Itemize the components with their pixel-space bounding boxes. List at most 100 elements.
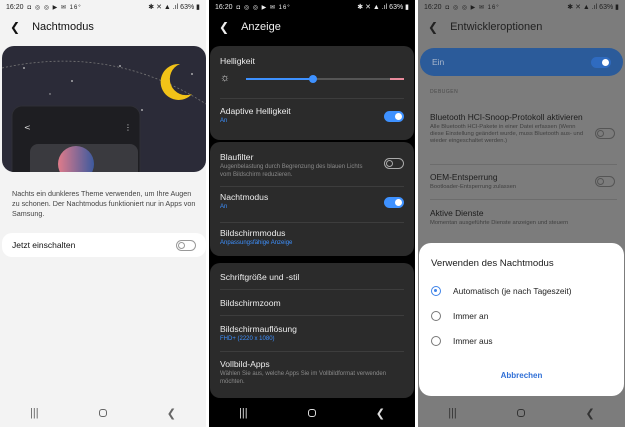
enable-now-row[interactable]: Jetzt einschalten [2, 233, 206, 257]
fullscreen-apps-label: Vollbild-Apps [220, 359, 270, 369]
option-label: Immer aus [453, 336, 493, 346]
option-label: Automatisch (je nach Tageszeit) [453, 286, 572, 296]
nightmode-description: Nachts ein dunkleres Theme verwenden, um… [12, 189, 196, 218]
running-services-row[interactable]: Aktive Dienste Momentan ausgeführte Dien… [430, 208, 615, 227]
radio-unselected[interactable] [431, 336, 441, 346]
page-title: Nachtmodus [32, 21, 94, 33]
option-automatic[interactable]: Automatisch (je nach Tageszeit) [431, 286, 572, 296]
running-services-description: Momentan ausgeführte Dienste anzeigen un… [430, 220, 569, 226]
developer-options-screen: 16:20 ◘ ◎ ◎ ▶ ✉ 16° ✱ ✕ ▲ .ıl 63% ▮ ❮ En… [418, 0, 625, 427]
status-battery: ✱ ✕ ▲ .ıl 63% ▮ [567, 4, 619, 11]
option-always-on[interactable]: Immer an [431, 311, 488, 321]
status-bar: 16:20 ◘ ◎ ◎ ▶ ✉ 16° ✱ ✕ ▲ .ıl 63% ▮ [209, 0, 415, 14]
header: ❮ Nachtmodus [0, 16, 206, 38]
screen-resolution-value: FHD+ (2220 x 1080) [220, 336, 275, 342]
nav-back-icon[interactable]: ❮ [586, 407, 595, 420]
enable-now-label: Jetzt einschalten [12, 240, 76, 250]
recents-icon[interactable]: ||| [448, 407, 457, 419]
back-icon[interactable]: ❮ [219, 20, 229, 34]
adaptive-brightness-status: An [220, 118, 228, 124]
status-time: 16:20 [215, 3, 233, 11]
nav-back-icon[interactable]: ❮ [167, 407, 176, 420]
status-icons: ◘ ◎ ◎ ▶ ✉ 16° [27, 4, 82, 11]
filters-card: Blaufilter Augenbelastung durch Begrenzu… [210, 142, 414, 256]
sun-icon: ☼ [220, 72, 231, 84]
option-always-off[interactable]: Immer aus [431, 336, 493, 346]
back-icon[interactable]: ❮ [10, 20, 20, 34]
bt-hci-snoop-label: Bluetooth HCI-Snoop-Protokoll aktivieren [430, 112, 583, 122]
option-label: Immer an [453, 311, 489, 321]
radio-unselected[interactable] [431, 311, 441, 321]
navigation-bar: ||| ❮ [418, 399, 625, 427]
screen-mode-value: Anpassungsfähige Anzeige [220, 240, 293, 246]
home-icon[interactable] [98, 409, 107, 417]
oem-unlock-row[interactable]: OEM-Entsperrung Bootloader-Entsperrung z… [430, 172, 615, 191]
back-icon[interactable]: ❮ [428, 20, 438, 34]
brightness-knob[interactable] [308, 75, 317, 83]
night-mode-row[interactable]: Nachtmodus An [220, 192, 404, 212]
nightmode-screen: 16:20 ◘ ◎ ◎ ▶ ✉ 16° ✱ ✕ ▲ .ıl 63% ▮ ❮ Na… [0, 0, 206, 427]
page-title: Anzeige [241, 21, 281, 33]
blue-filter-description: Augenbelastung durch Begrenzung des blau… [220, 164, 363, 178]
status-icons: ◘ ◎ ◎ ▶ ✉ 16° [445, 4, 500, 11]
bt-hci-snoop-switch[interactable] [595, 128, 615, 139]
developer-master-switch[interactable] [591, 56, 611, 68]
display-options-card: Schriftgröße und -stil Bildschirmzoom Bi… [210, 263, 414, 398]
oem-unlock-switch[interactable] [595, 176, 615, 187]
nav-back-icon[interactable]: ❮ [376, 407, 385, 420]
navigation-bar: ||| ❮ [0, 399, 206, 427]
blue-filter-row[interactable]: Blaufilter Augenbelastung durch Begrenzu… [220, 152, 374, 179]
blue-filter-label: Blaufilter [220, 152, 254, 162]
running-services-label: Aktive Dienste [430, 208, 484, 218]
header: ❮ Anzeige [209, 16, 415, 38]
fullscreen-apps-row[interactable]: Vollbild-Apps Wählen Sie aus, welche App… [220, 359, 394, 386]
brightness-slider[interactable]: ☼ [220, 72, 404, 84]
screen-zoom-item[interactable]: Bildschirmzoom [220, 298, 404, 308]
status-icons: ◘ ◎ ◎ ▶ ✉ 16° [236, 4, 291, 11]
display-settings-screen: 16:20 ◘ ◎ ◎ ▶ ✉ 16° ✱ ✕ ▲ .ıl 63% ▮ ❮ An… [209, 0, 415, 427]
radio-selected[interactable] [431, 286, 441, 296]
page-title: Entwickleroptionen [450, 21, 543, 33]
home-icon[interactable] [517, 409, 526, 417]
enable-now-switch[interactable] [176, 239, 196, 251]
adaptive-brightness-row[interactable]: Adaptive Helligkeit An [220, 106, 404, 126]
brightness-card: Helligkeit ☼ Adaptive Helligkeit An [210, 46, 414, 140]
bt-hci-snoop-row[interactable]: Bluetooth HCI-Snoop-Protokoll aktivieren… [430, 112, 615, 145]
recents-icon[interactable]: ||| [30, 407, 39, 419]
recents-icon[interactable]: ||| [239, 407, 248, 419]
night-mode-dialog: Verwenden des Nachtmodus Automatisch (je… [419, 243, 624, 396]
screen-mode-row[interactable]: Bildschirmmodus Anpassungsfähige Anzeige [220, 228, 404, 248]
status-time: 16:20 [424, 3, 442, 11]
developer-master-row[interactable]: Ein [420, 48, 623, 76]
adaptive-brightness-label: Adaptive Helligkeit [220, 106, 291, 116]
blue-filter-switch[interactable] [384, 158, 404, 169]
nightmode-illustration: < ⋮ [2, 46, 206, 172]
brightness-label: Helligkeit [220, 56, 255, 66]
screen-resolution-label: Bildschirmauflösung [220, 324, 297, 334]
night-mode-switch[interactable] [384, 197, 404, 208]
status-battery: ✱ ✕ ▲ .ıl 63% ▮ [148, 4, 200, 11]
brightness-fill [246, 78, 313, 80]
dialog-title: Verwenden des Nachtmodus [431, 258, 554, 269]
screen-mode-label: Bildschirmmodus [220, 228, 286, 238]
developer-master-label: Ein [432, 57, 445, 67]
font-size-item[interactable]: Schriftgröße und -stil [220, 272, 404, 282]
svg-text:⋮: ⋮ [124, 123, 132, 132]
night-mode-status: An [220, 204, 228, 210]
section-header: DEBUGEN [430, 89, 459, 95]
status-time: 16:20 [6, 3, 24, 11]
moon-icon [160, 63, 192, 100]
oem-unlock-description: Bootloader-Entsperrung zulassen [430, 184, 517, 190]
night-mode-label: Nachtmodus [220, 192, 269, 202]
oem-unlock-label: OEM-Entsperrung [430, 172, 498, 182]
status-bar: 16:20 ◘ ◎ ◎ ▶ ✉ 16° ✱ ✕ ▲ .ıl 63% ▮ [0, 0, 206, 14]
cancel-button[interactable]: Abbrechen [419, 371, 624, 380]
adaptive-brightness-switch[interactable] [384, 111, 404, 122]
bt-hci-snoop-description: Alle Bluetooth HCI-Pakete in einer Datei… [430, 124, 584, 144]
navigation-bar: ||| ❮ [209, 399, 415, 427]
screen-resolution-row[interactable]: Bildschirmauflösung FHD+ (2220 x 1080) [220, 324, 404, 344]
home-icon[interactable] [307, 409, 316, 417]
fullscreen-apps-description: Wählen Sie aus, welche Apps Sie im Vollb… [220, 371, 387, 385]
status-battery: ✱ ✕ ▲ .ıl 63% ▮ [357, 4, 409, 11]
svg-text:<: < [24, 123, 31, 132]
